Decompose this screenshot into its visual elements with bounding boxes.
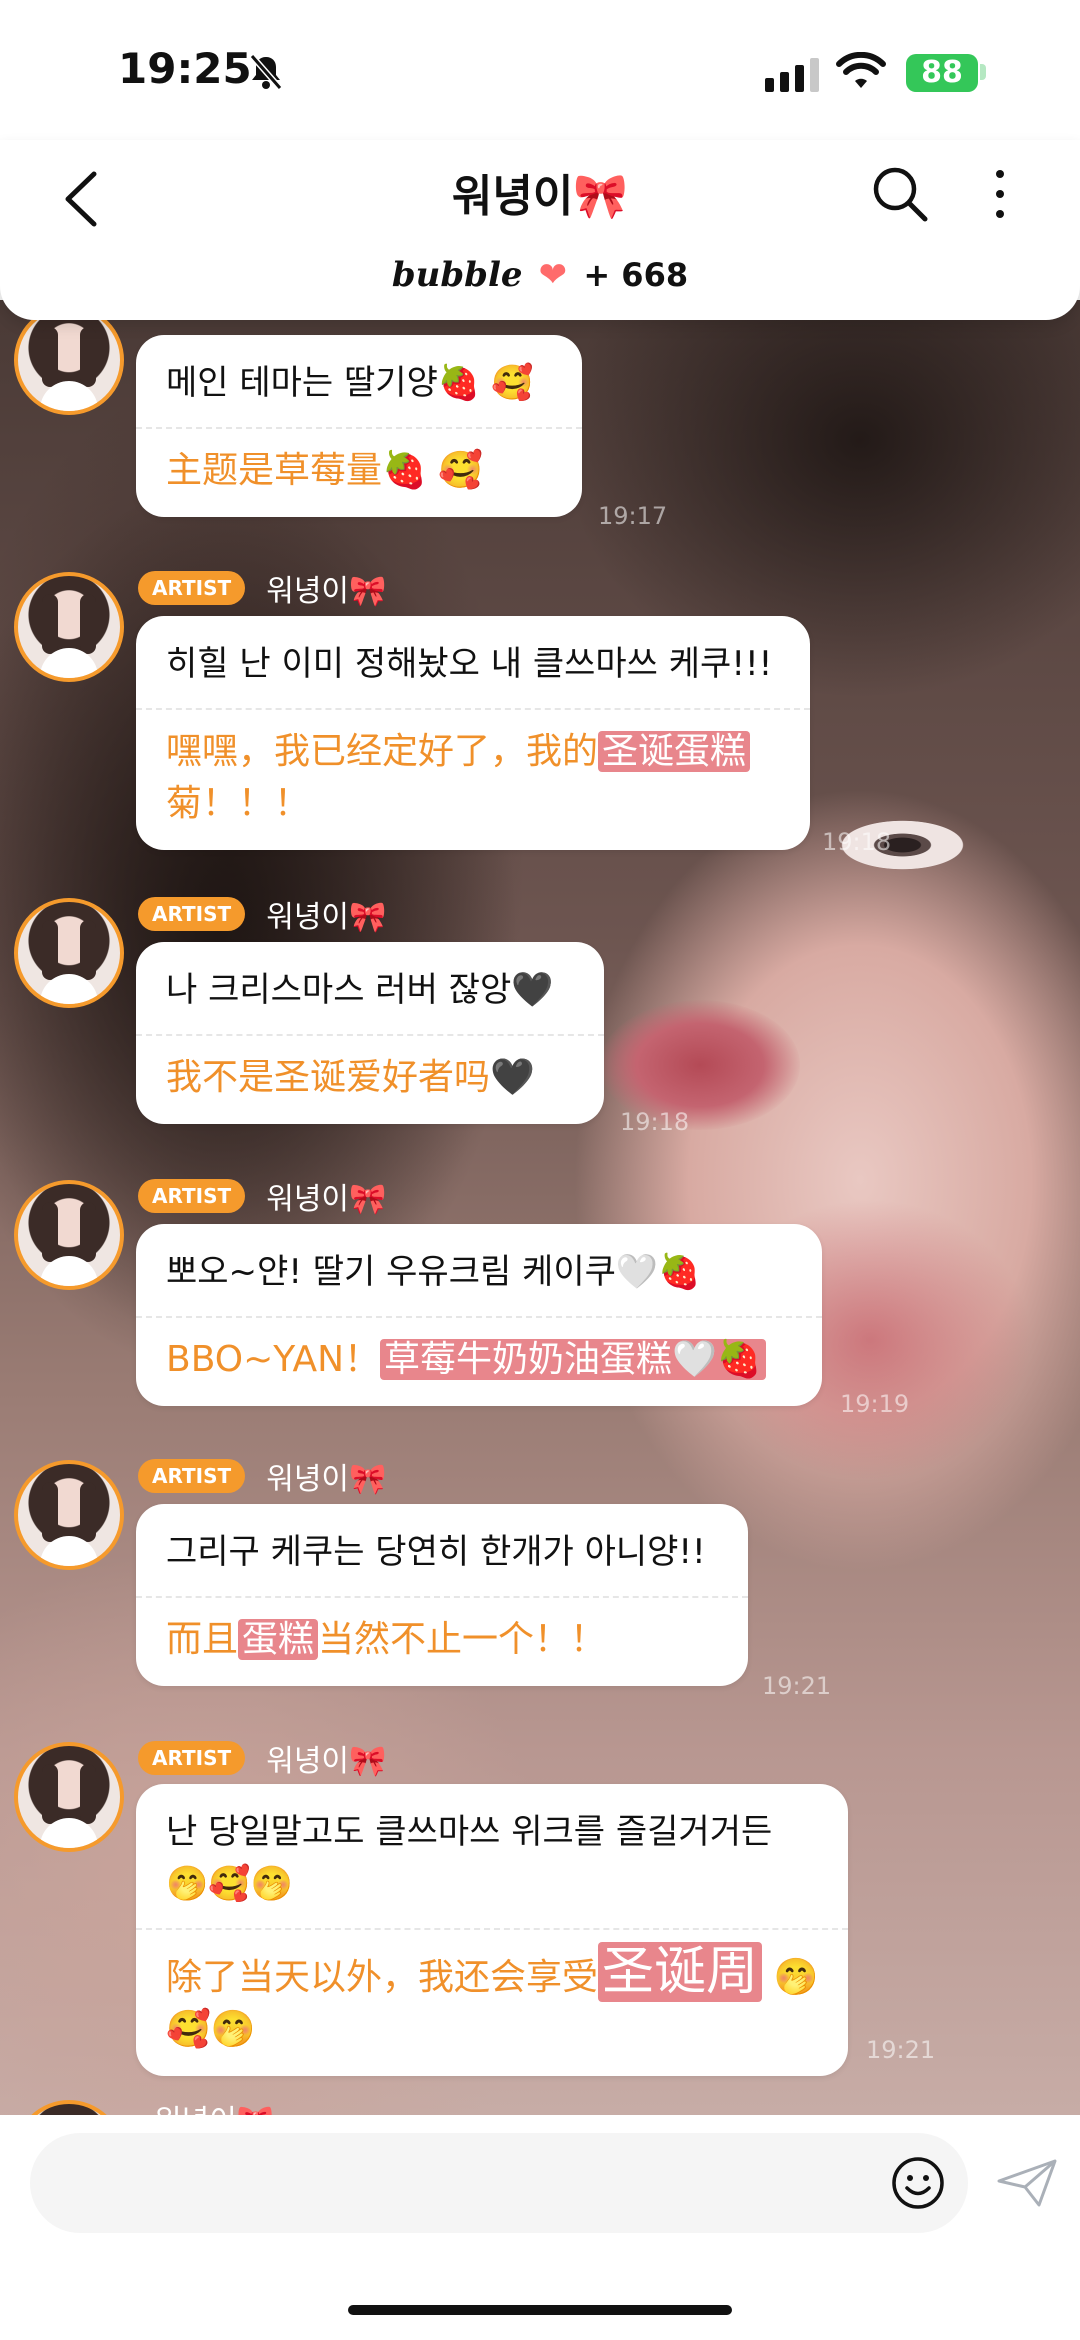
message-header: ARTIST 워녕이🎀 bbox=[138, 566, 386, 609]
translation-segment: 我不是圣诞爱好者吗🖤 bbox=[166, 1057, 535, 1098]
translation-segment: 除了当天以外，我还会享受 bbox=[166, 1957, 599, 1998]
message-bubble[interactable]: 난 당일말고도 클쓰마쓰 위크를 즐길거거든 🤭🥰🤭 除了当天以外，我还会享受圣… bbox=[136, 1784, 848, 2076]
artist-avatar[interactable] bbox=[14, 572, 124, 682]
translation-segment: BBO~YAN！ bbox=[166, 1339, 381, 1380]
battery-tip bbox=[980, 64, 986, 80]
highlighted-term: 圣诞周 bbox=[598, 1942, 763, 2002]
message-original-text: 나 크리스마스 러버 잖앙🖤 bbox=[166, 970, 554, 1010]
highlighted-term: 草莓牛奶奶油蛋糕🤍🍓 bbox=[380, 1339, 766, 1380]
wifi-icon bbox=[836, 52, 886, 88]
subscriber-count: + 668 bbox=[583, 256, 689, 294]
translation-segment: 当然不止一个！！ bbox=[318, 1619, 607, 1660]
message-time: 19:18 bbox=[620, 1108, 690, 1136]
bubble-brand: bubble bbox=[391, 255, 523, 295]
sender-name: 워녕이🎀 bbox=[266, 900, 387, 935]
message-header: ARTIST 워녕이🎀 bbox=[138, 892, 386, 935]
artist-badge: ARTIST bbox=[138, 1179, 246, 1213]
message-translation: 而且 蛋糕 当然不止一个！！ bbox=[166, 1598, 722, 1672]
message-translation: BBO~YAN！ 草莓牛奶奶油蛋糕🤍🍓 bbox=[166, 1318, 796, 1392]
artist-avatar[interactable] bbox=[14, 1742, 124, 1852]
message-time: 19:18 bbox=[822, 828, 892, 856]
message-time: 19:21 bbox=[762, 1672, 832, 1700]
sender-name: 워녕이🎀 bbox=[266, 1744, 387, 1779]
sender-name: 워녕이🎀 bbox=[266, 574, 387, 609]
translation-segment: 嘿嘿，我已经定好了，我的 bbox=[166, 731, 599, 772]
highlighted-term: 圣诞蛋糕 bbox=[598, 731, 751, 772]
artist-avatar[interactable] bbox=[14, 898, 124, 1008]
message-translation: 除了当天以外，我还会享受圣诞周 🤭🥰🤭 bbox=[166, 1930, 822, 2062]
artist-badge: ARTIST bbox=[138, 571, 246, 605]
message-input-bar bbox=[0, 2115, 1080, 2340]
subscriber-info: bubble ❤ + 668 bbox=[0, 255, 1080, 295]
artist-avatar[interactable] bbox=[14, 305, 124, 415]
home-indicator bbox=[348, 2305, 732, 2315]
emoji-icon[interactable] bbox=[890, 2155, 946, 2211]
artist-badge: ARTIST bbox=[138, 1741, 246, 1775]
message-bubble[interactable]: 그리구 케쿠는 당연히 한개가 아니양!! 而且 蛋糕 当然不止一个！！ bbox=[136, 1504, 748, 1686]
message-original-text: 히힐 난 이미 정해놨오 내 클쓰마쓰 케쿠!!! bbox=[166, 644, 773, 684]
message-original-text: 메인 테마는 딸기양🍓 🥰 bbox=[166, 363, 534, 403]
status-bar: 19:25 88 bbox=[0, 0, 1080, 140]
message-original-text: 난 당일말고도 클쓰마쓰 위크를 즐길거거든 🤭🥰🤭 bbox=[166, 1812, 773, 1904]
message-translation: 我不是圣诞爱好者吗🖤 bbox=[166, 1036, 578, 1110]
artist-badge: ARTIST bbox=[138, 1459, 246, 1493]
highlighted-term: 蛋糕 bbox=[238, 1619, 319, 1660]
message-input[interactable] bbox=[30, 2133, 968, 2233]
status-time: 19:25 bbox=[118, 44, 252, 93]
signal-icon bbox=[765, 58, 819, 92]
message-original-text: 그리구 케쿠는 당연히 한개가 아니양!! bbox=[166, 1532, 706, 1572]
bell-off-icon bbox=[249, 54, 283, 90]
message-bubble[interactable]: 나 크리스마스 러버 잖앙🖤 我不是圣诞爱好者吗🖤 bbox=[136, 942, 604, 1124]
message-time: 19:19 bbox=[840, 1390, 910, 1418]
artist-avatar[interactable] bbox=[14, 1460, 124, 1570]
artist-badge: ARTIST bbox=[138, 897, 246, 931]
message-header: ARTIST 워녕이🎀 bbox=[138, 1736, 386, 1779]
message-bubble[interactable]: 메인 테마는 딸기양🍓 🥰 主题是草莓量🍓 🥰 bbox=[136, 335, 582, 517]
send-icon[interactable] bbox=[995, 2155, 1059, 2211]
battery-indicator: 88 bbox=[906, 54, 978, 92]
sender-name: 워녕이🎀 bbox=[266, 1182, 387, 1217]
translation-segment: 菊！！！ bbox=[166, 783, 311, 824]
message-header: ARTIST 워녕이🎀 bbox=[138, 1454, 386, 1497]
more-icon[interactable] bbox=[990, 164, 1010, 224]
heart-icon: ❤ bbox=[538, 255, 568, 295]
message-bubble[interactable]: 뽀오~얀! 딸기 우유크림 케이쿠🤍🍓 BBO~YAN！ 草莓牛奶奶油蛋糕🤍🍓 bbox=[136, 1224, 822, 1406]
message-time: 19:21 bbox=[866, 2036, 936, 2064]
message-translation: 主题是草莓量🍓 🥰 bbox=[166, 429, 556, 503]
message-time: 19:17 bbox=[598, 502, 668, 530]
message-original-text: 뽀오~얀! 딸기 우유크림 케이쿠🤍🍓 bbox=[166, 1252, 701, 1292]
translation-segment: 主题是草莓量🍓 🥰 bbox=[166, 450, 484, 491]
message-translation: 嘿嘿，我已经定好了，我的 圣诞蛋糕菊！！！ bbox=[166, 710, 784, 836]
sender-name: 워녕이🎀 bbox=[266, 1462, 387, 1497]
search-icon[interactable] bbox=[870, 164, 930, 224]
translation-segment: 而且 bbox=[166, 1619, 239, 1660]
artist-avatar[interactable] bbox=[14, 1180, 124, 1290]
chat-header: 워녕이🎀 bubble ❤ + 668 bbox=[0, 140, 1080, 320]
message-header: ARTIST 워녕이🎀 bbox=[138, 1174, 386, 1217]
message-bubble[interactable]: 히힐 난 이미 정해놨오 내 클쓰마쓰 케쿠!!! 嘿嘿，我已经定好了，我的 圣诞… bbox=[136, 616, 810, 850]
